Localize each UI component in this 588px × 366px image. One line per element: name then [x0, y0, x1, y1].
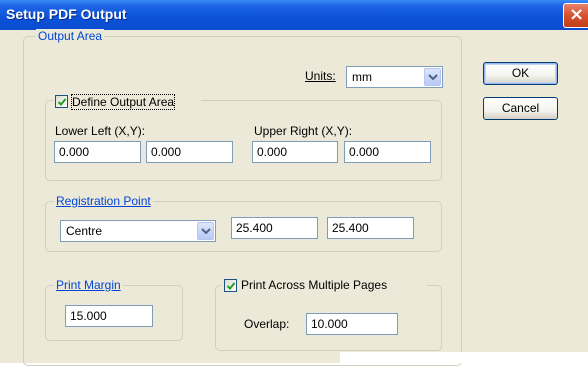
checkmark-icon	[57, 98, 67, 106]
define-output-area-label[interactable]: Define Output Area	[71, 94, 176, 110]
chevron-down-icon	[201, 228, 211, 235]
define-output-area-checkbox[interactable]	[55, 95, 68, 108]
lower-left-label: Lower Left (X,Y):	[55, 124, 146, 138]
units-value: mm	[352, 70, 372, 84]
print-margin-input[interactable]: 15.000	[65, 305, 153, 327]
dialog-body: Output Area Units: mm Define Output Area…	[0, 29, 588, 366]
ok-button[interactable]: OK	[483, 62, 558, 85]
units-label: Units:	[305, 69, 336, 83]
registration-y-input[interactable]: 25.400	[327, 217, 414, 239]
overlap-label: Overlap:	[244, 317, 290, 331]
screenshot-edge	[340, 352, 588, 363]
overlap-input[interactable]: 10.000	[306, 313, 398, 335]
multiple-pages-checkbox[interactable]	[224, 279, 237, 292]
upper-right-label: Upper Right (X,Y):	[254, 124, 353, 138]
print-margin-legend: Print Margin	[54, 278, 123, 292]
lower-left-y-input[interactable]: 0.000	[146, 141, 233, 163]
cancel-button[interactable]: Cancel	[483, 97, 558, 120]
units-dropdown-button[interactable]	[424, 68, 441, 86]
registration-point-legend: Registration Point	[54, 194, 153, 208]
upper-right-x-input[interactable]: 0.000	[252, 141, 338, 163]
registration-x-input[interactable]: 25.400	[231, 217, 318, 239]
title-bar[interactable]: Setup PDF Output ×	[0, 0, 588, 30]
upper-right-y-input[interactable]: 0.000	[344, 141, 431, 163]
registration-point-value: Centre	[66, 224, 103, 238]
registration-point-select[interactable]: Centre	[60, 220, 216, 242]
close-icon: ×	[569, 4, 585, 25]
checkmark-icon	[226, 282, 236, 290]
output-area-legend: Output Area	[36, 29, 105, 43]
registration-dropdown-button[interactable]	[197, 222, 214, 240]
lower-left-x-input[interactable]: 0.000	[54, 141, 141, 163]
units-select[interactable]: mm	[346, 66, 443, 88]
chevron-down-icon	[428, 74, 438, 81]
close-button[interactable]: ×	[563, 3, 588, 28]
multiple-pages-label[interactable]: Print Across Multiple Pages	[241, 278, 387, 292]
window-title: Setup PDF Output	[6, 6, 127, 22]
